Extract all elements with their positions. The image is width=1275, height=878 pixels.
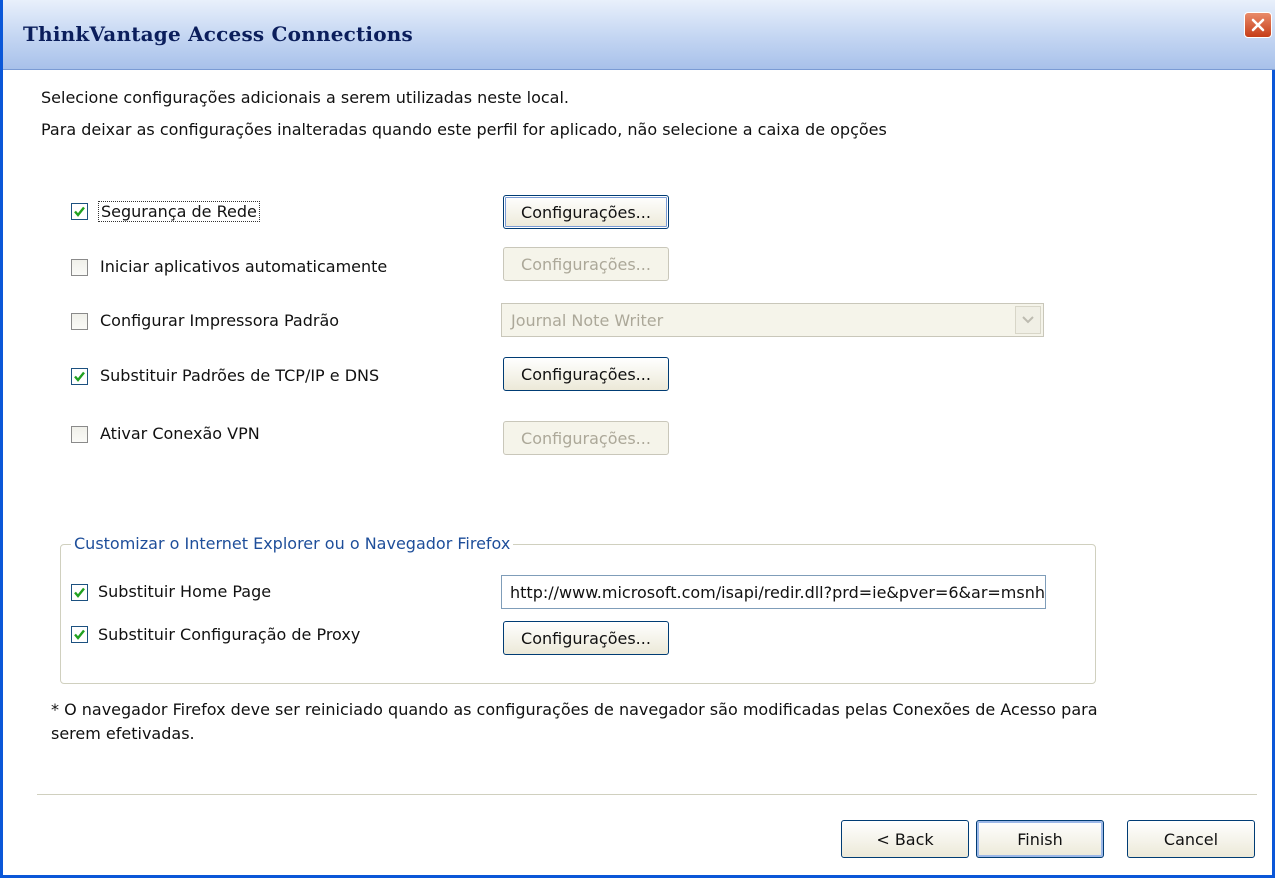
footnote-line-2: serem efetivadas. bbox=[51, 724, 195, 743]
back-button[interactable]: < Back bbox=[841, 820, 969, 858]
home-page-url-input[interactable]: http://www.microsoft.com/isapi/redir.dll… bbox=[501, 575, 1046, 609]
vpn-checkbox[interactable] bbox=[71, 426, 88, 443]
proxy-settings-button[interactable]: Configurações... bbox=[503, 621, 669, 655]
network-security-checkbox[interactable] bbox=[71, 203, 88, 220]
close-button[interactable] bbox=[1244, 12, 1272, 38]
vpn-label[interactable]: Ativar Conexão VPN bbox=[100, 424, 260, 443]
finish-button[interactable]: Finish bbox=[976, 820, 1104, 858]
checkmark-icon bbox=[74, 629, 85, 640]
window-title: ThinkVantage Access Connections bbox=[23, 22, 413, 46]
footnote-line-1: * O navegador Firefox deve ser reiniciad… bbox=[51, 700, 1098, 719]
network-security-settings-button[interactable]: Configurações... bbox=[503, 195, 669, 229]
vpn-settings-button[interactable]: Configurações... bbox=[503, 421, 669, 455]
browser-group-legend: Customizar o Internet Explorer ou o Nave… bbox=[71, 534, 514, 553]
title-bar[interactable]: ThinkVantage Access Connections bbox=[3, 0, 1275, 70]
dropdown-arrow[interactable] bbox=[1015, 306, 1041, 334]
default-printer-checkbox[interactable] bbox=[71, 313, 88, 330]
checkmark-icon bbox=[74, 371, 85, 382]
home-page-label[interactable]: Substituir Home Page bbox=[98, 582, 271, 601]
home-page-checkbox[interactable] bbox=[71, 584, 88, 601]
proxy-label[interactable]: Substituir Configuração de Proxy bbox=[98, 625, 360, 644]
checkmark-icon bbox=[74, 206, 85, 217]
printer-select[interactable]: Journal Note Writer bbox=[501, 303, 1044, 337]
default-printer-label[interactable]: Configurar Impressora Padrão bbox=[100, 311, 339, 330]
browser-group-box bbox=[60, 544, 1096, 684]
tcpip-dns-label[interactable]: Substituir Padrões de TCP/IP e DNS bbox=[100, 366, 379, 385]
chevron-down-icon bbox=[1022, 316, 1034, 324]
tcpip-dns-checkbox[interactable] bbox=[71, 368, 88, 385]
home-page-url-value: http://www.microsoft.com/isapi/redir.dll… bbox=[510, 583, 1046, 602]
proxy-checkbox[interactable] bbox=[71, 626, 88, 643]
printer-select-value: Journal Note Writer bbox=[511, 311, 664, 330]
auto-launch-label[interactable]: Iniciar aplicativos automaticamente bbox=[100, 257, 387, 276]
close-icon bbox=[1251, 18, 1265, 32]
auto-launch-settings-button[interactable]: Configurações... bbox=[503, 247, 669, 281]
intro-line-1: Selecione configurações adicionais a ser… bbox=[41, 88, 570, 107]
network-security-label[interactable]: Segurança de Rede bbox=[98, 201, 260, 222]
intro-line-2: Para deixar as configurações inalteradas… bbox=[41, 120, 887, 139]
checkmark-icon bbox=[74, 587, 85, 598]
auto-launch-checkbox[interactable] bbox=[71, 259, 88, 276]
tcpip-dns-settings-button[interactable]: Configurações... bbox=[503, 357, 669, 391]
dialog-window: ThinkVantage Access Connections Selecion… bbox=[0, 0, 1275, 878]
cancel-button[interactable]: Cancel bbox=[1127, 820, 1255, 858]
separator bbox=[37, 794, 1257, 798]
